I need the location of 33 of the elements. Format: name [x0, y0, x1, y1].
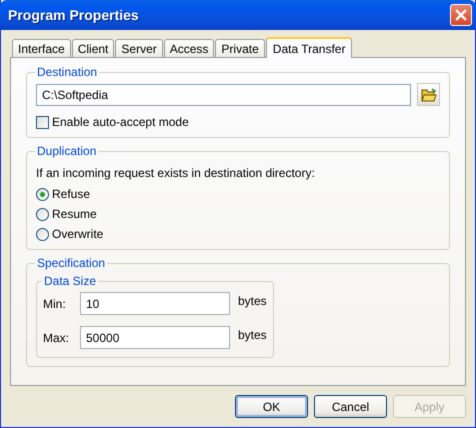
- tab[interactable]: Server: [115, 39, 163, 57]
- checkbox-label: Enable auto-accept mode: [52, 115, 189, 129]
- tab[interactable]: Interface: [12, 39, 71, 57]
- close-icon: [455, 9, 467, 21]
- prompt-text: If an incoming request exists in destination directory:: [36, 166, 316, 180]
- path-field[interactable]: C:\Softpedia: [36, 84, 411, 106]
- browse-button[interactable]: [417, 83, 440, 106]
- radio-label: Refuse: [52, 187, 90, 201]
- radio-button[interactable]: [36, 188, 49, 200]
- field-label: Min:: [43, 296, 67, 310]
- input-field[interactable]: 50000: [80, 326, 230, 349]
- group-label: Duplication: [36, 144, 98, 158]
- input-field[interactable]: 10: [80, 292, 230, 315]
- checkbox[interactable]: [36, 116, 49, 128]
- radio-label: Resume: [52, 207, 97, 221]
- group-label: Specification: [36, 256, 106, 270]
- window-title: Program Properties: [8, 7, 140, 23]
- tab[interactable]: Private: [215, 39, 265, 57]
- dialog-button[interactable]: Cancel: [314, 395, 387, 418]
- dialog-button[interactable]: OK: [235, 395, 308, 418]
- radio-button[interactable]: [36, 228, 49, 240]
- radio-button[interactable]: [36, 208, 49, 220]
- folder-icon: [420, 88, 436, 102]
- tab[interactable]: Access: [164, 39, 214, 57]
- field-label: Max:: [43, 330, 70, 344]
- group-label: Destination: [36, 65, 98, 79]
- unit-label: bytes: [238, 294, 267, 308]
- tab[interactable]: Data Transfer: [266, 37, 352, 58]
- group-label: Data Size: [43, 274, 98, 288]
- tab[interactable]: Client: [72, 39, 114, 57]
- unit-label: bytes: [238, 328, 267, 342]
- close-button[interactable]: [450, 4, 472, 26]
- radio-label: Overwrite: [52, 227, 104, 241]
